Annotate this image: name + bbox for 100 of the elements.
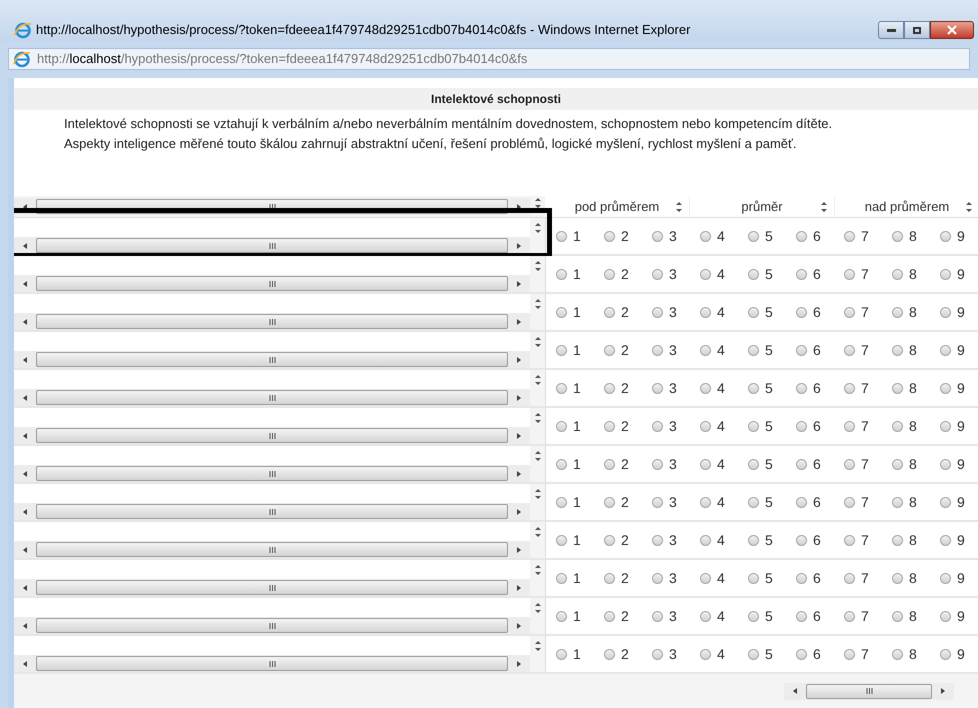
radio-button[interactable]	[652, 572, 663, 584]
radio-button[interactable]	[604, 458, 615, 470]
radio-button[interactable]	[604, 534, 615, 546]
radio-button[interactable]	[652, 344, 663, 356]
minimize-button[interactable]	[878, 21, 904, 39]
radio-button[interactable]	[940, 268, 951, 280]
radio-button[interactable]	[604, 420, 615, 432]
radio-button[interactable]	[700, 610, 711, 622]
scroll-thumb[interactable]	[36, 390, 508, 405]
radio-button[interactable]	[604, 268, 615, 280]
radio-button[interactable]	[748, 230, 759, 242]
radio-button[interactable]	[844, 610, 855, 622]
radio-button[interactable]	[892, 344, 903, 356]
scroll-thumb[interactable]	[36, 314, 508, 329]
scroll-right-icon[interactable]	[515, 622, 523, 630]
scroll-left-icon[interactable]	[21, 242, 29, 250]
radio-button[interactable]	[844, 420, 855, 432]
radio-button[interactable]	[652, 382, 663, 394]
radio-button[interactable]	[796, 268, 807, 280]
radio-button[interactable]	[940, 230, 951, 242]
spin-arrows-icon[interactable]	[534, 259, 542, 273]
spin-arrows-icon[interactable]	[965, 200, 973, 214]
radio-button[interactable]	[652, 648, 663, 660]
radio-button[interactable]	[556, 534, 567, 546]
radio-button[interactable]	[892, 610, 903, 622]
radio-button[interactable]	[796, 230, 807, 242]
radio-button[interactable]	[844, 382, 855, 394]
radio-button[interactable]	[844, 344, 855, 356]
radio-button[interactable]	[604, 610, 615, 622]
spin-arrows-icon[interactable]	[534, 449, 542, 463]
address-url[interactable]: http://localhost/hypothesis/process/?token=fdeeea1f479748d29251cdb07b4014c0&fs	[37, 49, 528, 69]
radio-button[interactable]	[652, 610, 663, 622]
scroll-right-icon[interactable]	[515, 394, 523, 402]
scroll-left-icon[interactable]	[21, 660, 29, 668]
spin-arrows-icon[interactable]	[534, 525, 542, 539]
scroll-left-icon[interactable]	[21, 584, 29, 592]
scroll-right-icon[interactable]	[515, 660, 523, 668]
radio-button[interactable]	[556, 382, 567, 394]
scroll-thumb[interactable]	[36, 656, 508, 671]
radio-button[interactable]	[652, 306, 663, 318]
horizontal-scrollbar[interactable]	[14, 541, 530, 558]
radio-button[interactable]	[748, 382, 759, 394]
horizontal-scrollbar[interactable]	[784, 682, 954, 700]
horizontal-scrollbar[interactable]	[14, 617, 530, 634]
scroll-right-icon[interactable]	[515, 546, 523, 554]
scroll-thumb[interactable]	[36, 618, 508, 633]
radio-button[interactable]	[796, 306, 807, 318]
horizontal-scrollbar[interactable]	[14, 351, 530, 368]
radio-button[interactable]	[748, 420, 759, 432]
horizontal-scrollbar[interactable]	[14, 237, 530, 254]
radio-button[interactable]	[748, 496, 759, 508]
radio-button[interactable]	[700, 382, 711, 394]
radio-button[interactable]	[556, 648, 567, 660]
radio-button[interactable]	[604, 344, 615, 356]
horizontal-scrollbar[interactable]	[14, 275, 530, 292]
radio-button[interactable]	[652, 268, 663, 280]
radio-button[interactable]	[940, 610, 951, 622]
radio-button[interactable]	[940, 344, 951, 356]
scroll-right-icon[interactable]	[515, 508, 523, 516]
radio-button[interactable]	[796, 382, 807, 394]
radio-button[interactable]	[556, 420, 567, 432]
radio-button[interactable]	[940, 458, 951, 470]
scroll-left-icon[interactable]	[21, 394, 29, 402]
radio-button[interactable]	[844, 268, 855, 280]
radio-button[interactable]	[796, 648, 807, 660]
radio-button[interactable]	[652, 458, 663, 470]
scroll-thumb[interactable]	[36, 580, 508, 595]
spin-arrows-icon[interactable]	[534, 335, 542, 349]
radio-button[interactable]	[748, 458, 759, 470]
scroll-left-icon[interactable]	[21, 546, 29, 554]
radio-button[interactable]	[892, 268, 903, 280]
scroll-thumb[interactable]	[36, 466, 508, 481]
radio-button[interactable]	[748, 610, 759, 622]
spin-arrows-icon[interactable]	[675, 200, 683, 214]
radio-button[interactable]	[652, 534, 663, 546]
horizontal-scrollbar[interactable]	[14, 427, 530, 444]
scroll-right-icon[interactable]	[515, 356, 523, 364]
scroll-thumb[interactable]	[36, 428, 508, 443]
radio-button[interactable]	[748, 648, 759, 660]
radio-button[interactable]	[796, 534, 807, 546]
radio-button[interactable]	[940, 572, 951, 584]
radio-button[interactable]	[940, 496, 951, 508]
radio-button[interactable]	[604, 648, 615, 660]
scroll-left-icon[interactable]	[21, 432, 29, 440]
spin-arrows-icon[interactable]	[534, 563, 542, 577]
scroll-left-icon[interactable]	[21, 318, 29, 326]
radio-button[interactable]	[892, 572, 903, 584]
radio-button[interactable]	[748, 268, 759, 280]
scroll-thumb[interactable]	[36, 504, 508, 519]
radio-button[interactable]	[892, 534, 903, 546]
radio-button[interactable]	[892, 496, 903, 508]
spin-arrows-icon[interactable]	[534, 196, 542, 210]
scroll-thumb[interactable]	[36, 238, 508, 253]
scroll-thumb[interactable]	[36, 276, 508, 291]
scroll-left-icon[interactable]	[21, 470, 29, 478]
scroll-right-icon[interactable]	[515, 280, 523, 288]
radio-button[interactable]	[700, 572, 711, 584]
radio-button[interactable]	[796, 344, 807, 356]
radio-button[interactable]	[844, 496, 855, 508]
spin-arrows-icon[interactable]	[534, 221, 542, 235]
